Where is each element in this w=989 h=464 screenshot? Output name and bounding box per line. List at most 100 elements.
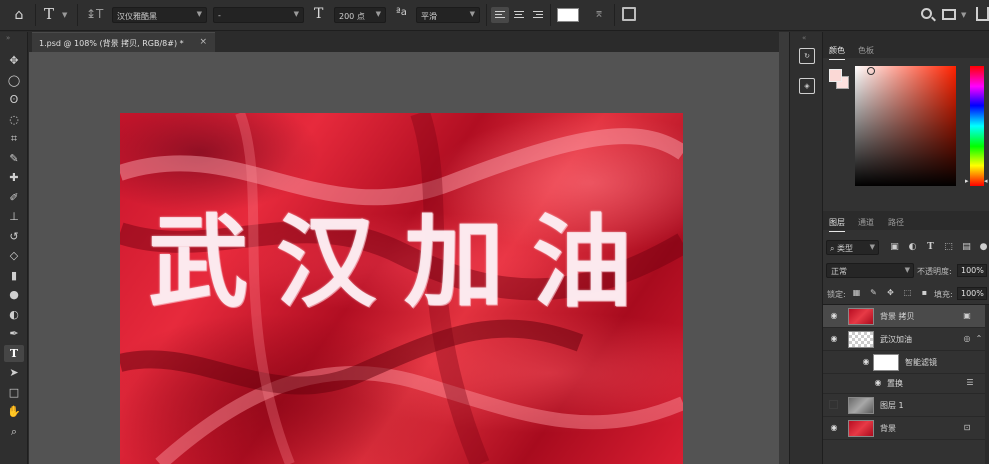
fill-input[interactable]: 100%: [957, 287, 987, 300]
blur-tool[interactable]: ●: [4, 286, 24, 303]
font-family-value: 汉仪雅酷黑: [117, 12, 157, 21]
eye-icon[interactable]: ◉: [873, 378, 883, 388]
layer-kind-value: 类型: [837, 244, 854, 253]
filter-shape-icon[interactable]: ⬚: [943, 242, 954, 252]
layer-row-layer-1[interactable]: 图层 1: [823, 394, 985, 417]
properties-panel-icon[interactable]: ◈: [799, 78, 815, 94]
document-canvas[interactable]: 武 汉 加 油: [120, 113, 683, 464]
document-tab[interactable]: 1.psd @ 108% (背景 拷贝, RGB/8#) * ×: [32, 32, 215, 52]
healing-tool[interactable]: ✚: [4, 169, 24, 186]
lock-all-icon[interactable]: ▪: [919, 288, 930, 298]
chevron-down-icon[interactable]: ▼: [961, 11, 966, 19]
path-select-tool[interactable]: ➤: [4, 364, 24, 381]
smart-object-icon: ▣: [963, 311, 971, 320]
filter-smart-object-icon[interactable]: ▤: [961, 242, 972, 252]
character-panel-icon[interactable]: [622, 7, 636, 21]
filter-adjustment-icon[interactable]: ◐: [907, 242, 918, 252]
align-left-button[interactable]: [491, 7, 509, 23]
close-icon[interactable]: ×: [199, 37, 207, 47]
align-right-button[interactable]: [529, 7, 547, 23]
panel-grip-icon[interactable]: «: [802, 34, 806, 42]
move-tool[interactable]: ✥: [4, 52, 24, 69]
tab-swatches[interactable]: 色板: [858, 45, 874, 56]
lock-position-icon[interactable]: ✥: [885, 288, 896, 298]
warp-text-icon[interactable]: ⌆: [594, 6, 604, 20]
eraser-tool[interactable]: ◇: [4, 247, 24, 264]
layers-scrollbar[interactable]: [985, 305, 989, 464]
lock-transparent-icon[interactable]: ▦: [851, 288, 862, 298]
text-orientation-icon[interactable]: ↨T: [86, 7, 103, 21]
layer-row-background-copy[interactable]: ◉ 背景 拷贝 ▣: [823, 305, 985, 328]
marquee-tool[interactable]: ◯: [4, 72, 24, 89]
filter-toggle-icon[interactable]: ●: [978, 242, 989, 252]
lock-image-icon[interactable]: ✎: [868, 288, 879, 298]
layer-row-background[interactable]: ◉ 背景 ⊡: [823, 417, 985, 440]
pen-tool[interactable]: ✒: [4, 325, 24, 342]
share-icon[interactable]: [976, 7, 989, 21]
font-size-select[interactable]: 200 点 ▼: [334, 7, 386, 23]
layer-kind-filter[interactable]: ⌕ 类型 ▼: [826, 240, 879, 255]
blend-mode-select[interactable]: 正常 ▼: [826, 263, 914, 278]
eye-icon[interactable]: ◉: [829, 423, 839, 433]
dodge-tool[interactable]: ◐: [4, 306, 24, 323]
align-center-button[interactable]: [510, 7, 528, 23]
chevron-down-icon[interactable]: ▼: [62, 11, 67, 19]
chevron-up-icon[interactable]: ⌃: [974, 334, 984, 344]
tab-paths[interactable]: 路径: [888, 217, 904, 228]
hue-slider[interactable]: [970, 66, 984, 186]
divider: [486, 4, 487, 26]
type-tool-preset[interactable]: T: [44, 5, 54, 23]
font-style-value: -: [218, 11, 221, 20]
history-panel-icon[interactable]: ↻: [799, 48, 815, 64]
layer-name: 智能滤镜: [905, 358, 937, 367]
panel-grip-icon[interactable]: »: [6, 34, 10, 42]
brush-tool[interactable]: ✐: [4, 189, 24, 206]
opacity-input[interactable]: 100%: [957, 264, 987, 277]
quick-select-tool[interactable]: ◌: [4, 111, 24, 128]
tab-channels[interactable]: 通道: [858, 217, 874, 228]
antialias-select[interactable]: 平滑 ▼: [416, 7, 480, 23]
wuhan-jiayou-text[interactable]: 武 汉 加 油: [148, 203, 668, 333]
eye-icon[interactable]: ◉: [861, 357, 871, 367]
tab-color[interactable]: 颜色: [829, 45, 845, 60]
hue-marker-right: ◂: [984, 177, 988, 185]
foreground-color-swatch[interactable]: [829, 69, 842, 82]
hand-tool[interactable]: ✋: [4, 403, 24, 420]
fill-label: 填充:: [934, 290, 953, 299]
layer-row-smart-filters[interactable]: ◉ 智能滤镜: [823, 351, 985, 374]
tab-layers[interactable]: 图层: [829, 217, 845, 232]
stamp-tool[interactable]: ⊥: [4, 208, 24, 225]
search-icon[interactable]: [921, 8, 932, 19]
color-picker-field[interactable]: [855, 66, 956, 186]
workspace-icon[interactable]: [942, 9, 956, 20]
font-size-icon: T: [314, 6, 324, 22]
eye-icon[interactable]: ◉: [829, 334, 839, 344]
zoom-tool[interactable]: ⌕: [4, 423, 24, 440]
fg-bg-colors[interactable]: [829, 69, 851, 91]
eye-hidden-icon[interactable]: [829, 400, 838, 409]
filter-options-icon[interactable]: ☰: [965, 378, 975, 388]
lasso-tool[interactable]: ʘ: [4, 91, 24, 108]
canvas-workspace[interactable]: 武 汉 加 油: [29, 52, 779, 464]
eyedropper-tool[interactable]: ✎: [4, 150, 24, 167]
crop-tool[interactable]: ⌗: [4, 130, 24, 147]
type-tool[interactable]: T: [4, 344, 24, 362]
layer-row-wuhan-jiayou[interactable]: ◉ 武汉加油 ◎ ⌃: [823, 328, 985, 351]
gradient-tool[interactable]: ▮: [4, 267, 24, 284]
panel-collapse-strip: [779, 32, 789, 464]
filter-type-icon[interactable]: T: [925, 242, 936, 252]
filter-mask-thumbnail: [873, 354, 899, 371]
layer-row-displace[interactable]: ◉ 置换 ☰: [823, 374, 985, 394]
shape-tool[interactable]: □: [4, 384, 24, 401]
chevron-down-icon: ▼: [293, 10, 299, 18]
text-color-swatch[interactable]: [557, 8, 579, 22]
eye-icon[interactable]: ◉: [829, 311, 839, 321]
filter-pixel-icon[interactable]: ▣: [889, 242, 900, 252]
font-style-select[interactable]: - ▼: [213, 7, 304, 23]
history-brush-tool[interactable]: ↺: [4, 228, 24, 245]
font-family-select[interactable]: 汉仪雅酷黑 ▼: [112, 7, 207, 23]
lock-artboard-icon[interactable]: ⬚: [902, 288, 913, 298]
layer-thumbnail: [848, 308, 874, 325]
fx-icon: ◎: [963, 334, 971, 343]
home-icon[interactable]: ⌂: [10, 7, 28, 23]
